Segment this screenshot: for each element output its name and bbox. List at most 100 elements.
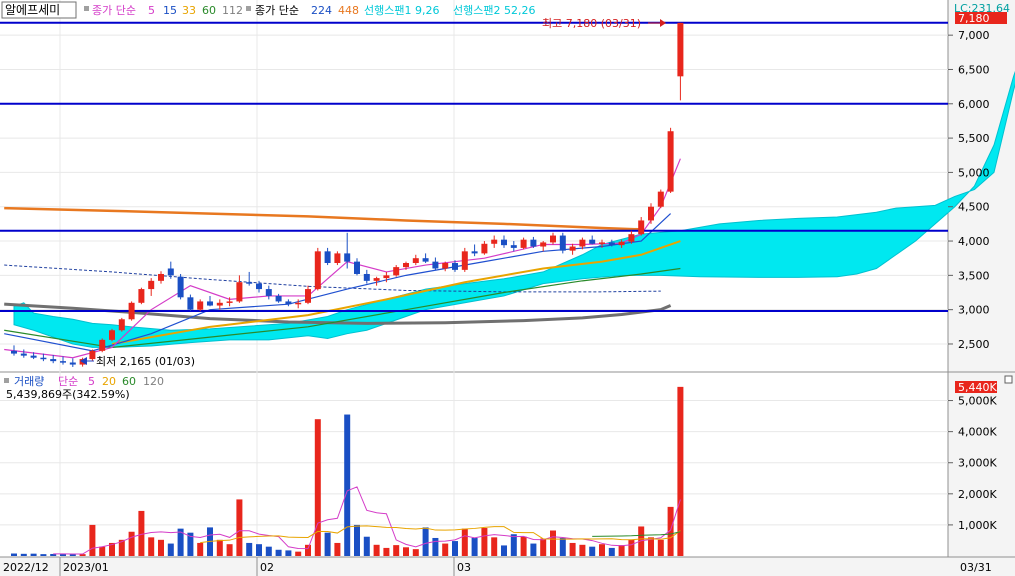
candle-body <box>589 239 596 244</box>
span2-legend[interactable]: 선행스팬2 52,26 <box>453 4 535 17</box>
volume-bar <box>510 534 517 556</box>
candle-body <box>20 353 27 356</box>
candle-body <box>461 251 468 270</box>
price-tick-label: 5,000 <box>958 166 990 179</box>
candle-body <box>354 261 360 274</box>
current-price-value: 7,180 <box>958 12 990 25</box>
candle-body <box>422 258 429 262</box>
volume-bar <box>216 539 223 556</box>
candle-body <box>11 350 17 354</box>
volume-bar <box>481 528 488 556</box>
candle-body <box>295 302 302 305</box>
candle-body <box>579 239 586 247</box>
volume-bar <box>295 551 302 556</box>
volume-bar <box>403 547 409 556</box>
candle-body <box>167 268 174 276</box>
candle-body <box>442 263 449 269</box>
volume-bar <box>256 544 262 556</box>
ma112-legend[interactable]: 112 <box>222 4 243 17</box>
ma448-legend[interactable]: 448 <box>338 4 359 17</box>
volume-bar <box>158 539 164 556</box>
vma5-legend[interactable]: 5 <box>88 375 95 388</box>
volume-ma-label[interactable]: 단순 <box>58 375 78 388</box>
time-label: 2022/12 <box>3 561 49 574</box>
price-tick-label: 4,500 <box>958 201 990 214</box>
legend-marker <box>246 6 251 11</box>
price-tick-label: 6,000 <box>958 98 990 111</box>
ma224-legend[interactable]: 224 <box>311 4 332 17</box>
volume-bar <box>167 543 174 556</box>
volume-bar <box>599 544 605 556</box>
candle-body <box>491 239 498 244</box>
volume-bar <box>393 545 400 556</box>
candle-body <box>226 301 233 303</box>
high-label: 최고 7,180 (03/31) <box>542 17 641 30</box>
price-tick-label: 6,500 <box>958 63 990 76</box>
candle-body <box>363 273 370 281</box>
volume-bar <box>344 414 351 556</box>
candle-body <box>403 263 409 268</box>
volume-bar <box>128 531 135 556</box>
price-tick-label: 4,000 <box>958 235 990 248</box>
candle-body <box>657 191 664 207</box>
candle-body <box>677 22 684 77</box>
ma5-legend[interactable]: 5 <box>148 4 155 17</box>
time-label: 03 <box>457 561 471 574</box>
volume-bar <box>540 538 547 556</box>
candle-body <box>314 251 321 290</box>
legend-marker <box>84 6 89 11</box>
volume-bar <box>520 536 527 556</box>
candle-body <box>373 278 380 281</box>
vma60-legend[interactable]: 60 <box>122 375 136 388</box>
candle-body <box>510 245 517 248</box>
candle-body <box>412 258 419 263</box>
volume-bar <box>579 544 586 556</box>
ma60-legend[interactable]: 60 <box>202 4 216 17</box>
volume-tick-label: 5,000K <box>958 395 997 408</box>
vma120-legend[interactable]: 120 <box>143 375 164 388</box>
panel-maximize-icon[interactable] <box>1004 375 1013 384</box>
candle-body <box>501 239 507 246</box>
candle-body <box>138 289 145 303</box>
candle-body <box>128 302 135 320</box>
volume-bar <box>30 553 37 556</box>
volume-bar <box>11 553 17 556</box>
price-tick-label: 3,500 <box>958 269 990 282</box>
volume-bar <box>354 524 360 556</box>
volume-bar <box>236 499 243 556</box>
candle-body <box>540 242 547 247</box>
volume-bar <box>412 549 419 556</box>
volume-bar <box>138 510 145 556</box>
volume-legend-label[interactable]: 거래량 <box>14 375 44 388</box>
ma33-legend[interactable]: 33 <box>182 4 196 17</box>
vma20-legend[interactable]: 20 <box>102 375 116 388</box>
candle-body <box>393 267 400 276</box>
volume-bar <box>20 553 27 556</box>
candle-body <box>667 131 674 192</box>
volume-bar <box>246 542 253 556</box>
candle-body <box>305 289 311 303</box>
stock-chart[interactable]: 7,000 6,500 6,000 5,500 5,000 4,500 4,000 3,500… <box>0 0 1015 576</box>
ma15-legend[interactable]: 15 <box>163 4 177 17</box>
volume-tick-label: 1,000K <box>958 519 997 532</box>
candle-body <box>471 251 478 254</box>
current-volume-value: 5,440K <box>958 381 997 394</box>
span1-legend[interactable]: 선행스팬1 9,26 <box>364 4 439 17</box>
candle-body <box>608 242 615 246</box>
volume-bar <box>608 547 615 556</box>
candle-body <box>109 330 115 340</box>
candle-body <box>452 263 458 270</box>
ma-legend-label[interactable]: 종가 단순 <box>92 4 136 17</box>
candle-body <box>246 282 253 284</box>
candle-body <box>628 234 635 242</box>
volume-bar <box>363 536 370 556</box>
legend-marker <box>4 378 9 383</box>
volume-bar <box>89 524 96 556</box>
candle-body <box>40 357 47 360</box>
candle-body <box>148 280 155 290</box>
ma2-legend-label[interactable]: 종가 단순 <box>255 4 299 17</box>
volume-bar <box>40 554 47 556</box>
volume-bar <box>530 543 537 556</box>
volume-tick-label: 2,000K <box>958 488 997 501</box>
volume-bar <box>452 541 458 556</box>
